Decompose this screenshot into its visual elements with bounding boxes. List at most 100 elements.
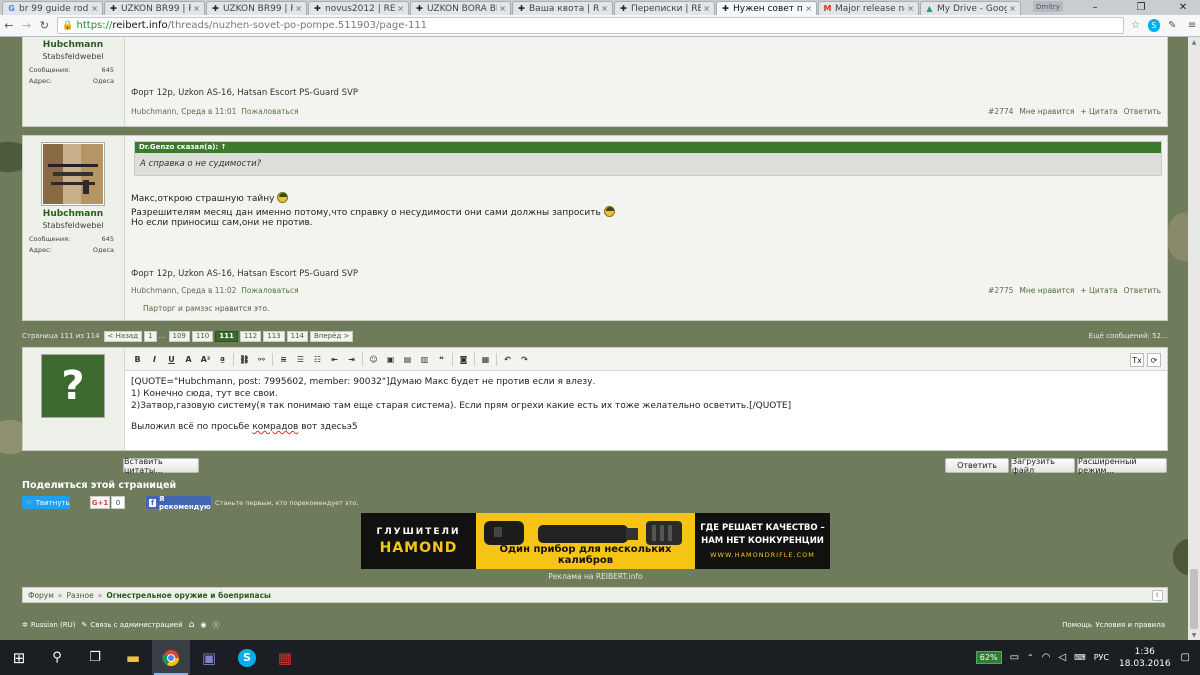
undo-icon[interactable]: ↶ [501, 353, 514, 366]
editor-line[interactable]: 1) Конечно сюда, тут все свои. [131, 389, 278, 399]
post-number[interactable]: #2774 [988, 107, 1013, 116]
redo-icon[interactable]: ↷ [518, 353, 531, 366]
link-icon[interactable]: ⛓ [238, 353, 251, 366]
upload-file-button[interactable]: Загрузить файл [1011, 457, 1075, 475]
code-icon[interactable]: ▥ [418, 353, 431, 366]
skype-extension-icon[interactable]: S [1147, 19, 1161, 32]
chrome-icon[interactable] [152, 640, 190, 675]
back-icon[interactable]: ← [0, 17, 18, 35]
page-link[interactable]: 114 [286, 330, 309, 342]
url-input[interactable]: 🔒 https:// reibert.info /threads/nuzhen-… [57, 17, 1124, 34]
breadcrumb-firearms[interactable]: Огнестрельное оружие и боеприпасы [106, 591, 271, 600]
browser-tab[interactable]: Gbr 99 guide rod × [2, 1, 103, 15]
tab-close-icon[interactable]: × [295, 4, 302, 13]
tab-close-icon[interactable]: × [1009, 4, 1016, 13]
unlink-icon[interactable]: ⚯ [255, 353, 268, 366]
reply-link[interactable]: Ответить [1124, 107, 1161, 116]
forward-icon[interactable]: → [18, 17, 36, 35]
save-draft-icon[interactable]: ▦ [479, 353, 492, 366]
tab-close-icon[interactable]: × [193, 4, 200, 13]
username[interactable]: Hubchmann [23, 40, 123, 50]
scrollbar-thumb[interactable] [1190, 569, 1198, 629]
bbcode-toggle-icon[interactable]: ⟳ [1147, 353, 1161, 367]
page-scrollbar[interactable]: ▲ ▼ [1188, 37, 1200, 640]
windows-start-icon[interactable]: ⊞ [0, 640, 38, 675]
align-icon[interactable]: ≡ [277, 353, 290, 366]
tab-close-icon[interactable]: × [907, 4, 914, 13]
reload-icon[interactable]: ↻ [36, 17, 54, 35]
floppy-app-icon[interactable]: ▣ [190, 640, 228, 675]
like-link[interactable]: Мне нравится [1019, 286, 1074, 295]
task-view-icon[interactable]: ❐ [76, 640, 114, 675]
extension-icon[interactable]: ✎ [1164, 18, 1180, 34]
browser-tab[interactable]: ✚ Нужен совет по × [716, 1, 817, 15]
media-app-icon[interactable]: ▦ [266, 640, 304, 675]
show-hidden-icon[interactable]: ⌃ [1027, 653, 1034, 662]
menu-icon[interactable]: ≡ [1184, 18, 1200, 34]
advertisement-banner[interactable]: ГЛУШИТЕЛИ HAMOND Один прибор для несколь… [361, 513, 830, 569]
page-link[interactable]: 111 [215, 330, 238, 342]
quote-link[interactable]: + Цитата [1080, 107, 1117, 116]
misspelled-word[interactable]: комрадов [252, 422, 298, 432]
browser-tab[interactable]: M Major release no × [818, 1, 919, 15]
likes-names[interactable]: Парторг и рамзэс [143, 304, 213, 313]
font-family-icon[interactable]: a̲ [216, 353, 229, 366]
wifi-icon[interactable]: ◠ [1042, 652, 1051, 663]
help-link[interactable]: Помощь [1062, 621, 1092, 629]
tab-close-icon[interactable]: × [805, 4, 812, 13]
browser-tab[interactable]: ✚ Ваша квота | REIB× [512, 1, 613, 15]
tweet-button[interactable]: 🐦 Твитнуть [22, 496, 70, 509]
browser-tab[interactable]: ✚ novus2012 | REIB× [308, 1, 409, 15]
post-number[interactable]: #2775 [988, 286, 1013, 295]
browser-tab[interactable]: ✚ UZKON BR99 | REI× [206, 1, 307, 15]
editor-line[interactable]: [QUOTE="Hubchmann, post: 7995602, member… [131, 377, 595, 387]
home-icon[interactable]: ⌂ [189, 620, 195, 630]
tab-close-icon[interactable]: × [601, 4, 608, 13]
language-selector[interactable]: Russian (RU) [31, 621, 76, 629]
contact-link[interactable]: Связь с администрацией [90, 621, 182, 629]
italic-icon[interactable]: I [148, 353, 161, 366]
media-icon[interactable]: ▤ [401, 353, 414, 366]
browser-tab[interactable]: ✚ Переписки | REIB× [614, 1, 715, 15]
file-explorer-icon[interactable]: ▬ [114, 640, 152, 675]
page-link[interactable]: 110 [191, 330, 214, 342]
prev-page-button[interactable]: < Назад [103, 330, 143, 342]
skype-taskbar-icon[interactable]: S [228, 640, 266, 675]
editor-line[interactable]: 2)Затвор,газовую систему(я так понимаю т… [131, 401, 791, 411]
gplus-button[interactable]: G+1 [90, 496, 110, 509]
tab-close-icon[interactable]: × [703, 4, 710, 13]
editor-line[interactable]: Выложил всё по просьбе комрадов вот здес… [131, 422, 358, 432]
remove-format-icon[interactable]: Tx [1130, 353, 1144, 367]
scroll-top-icon[interactable]: ⇧ [1152, 590, 1163, 601]
page-link[interactable]: 113 [263, 330, 285, 342]
breadcrumb-misc[interactable]: Разное [67, 591, 94, 600]
more-messages[interactable]: Ещё сообщений: 52… [1089, 332, 1168, 340]
volume-icon[interactable]: ◁ [1058, 652, 1066, 663]
reply-button[interactable]: Ответить [945, 458, 1009, 473]
image-icon[interactable]: ▣ [384, 353, 397, 366]
rss-icon[interactable]: ◉ [200, 621, 206, 629]
tab-close-icon[interactable]: × [397, 4, 404, 13]
quote-icon[interactable]: ❝ [435, 353, 448, 366]
smiley-icon[interactable]: ☺ [367, 353, 380, 366]
insert-quotes-button[interactable]: Вставить цитаты... [123, 457, 199, 475]
page-link[interactable]: 112 [239, 330, 262, 342]
avatar[interactable] [41, 142, 105, 206]
outdent-icon[interactable]: ⇤ [328, 353, 341, 366]
language-indicator[interactable]: РУС [1094, 653, 1109, 662]
font-size-icon[interactable]: A² [199, 353, 212, 366]
quote-author[interactable]: Dr.Genzo сказал(а): ↑ [135, 142, 1161, 153]
bookmark-star-icon[interactable]: ☆ [1128, 18, 1144, 34]
profile-badge[interactable]: Dmitry [1033, 1, 1063, 12]
ad-caption[interactable]: Реклама на REIBERT.info [361, 572, 830, 581]
clock[interactable]: 1:36 18.03.2016 [1119, 646, 1171, 670]
report-link[interactable]: Пожаловаться [241, 286, 298, 295]
numbered-list-icon[interactable]: ☷ [311, 353, 324, 366]
camera-icon[interactable]: ◙ [457, 353, 470, 366]
network-icon[interactable]: ▭ [1010, 652, 1019, 663]
page-link-first[interactable]: 1 [144, 330, 157, 342]
close-window-button[interactable]: ✕ [1168, 0, 1198, 15]
notifications-icon[interactable]: ▢ [1181, 652, 1190, 663]
skype-icon[interactable]: ⓢ [213, 620, 220, 630]
tab-close-icon[interactable]: × [499, 4, 506, 13]
